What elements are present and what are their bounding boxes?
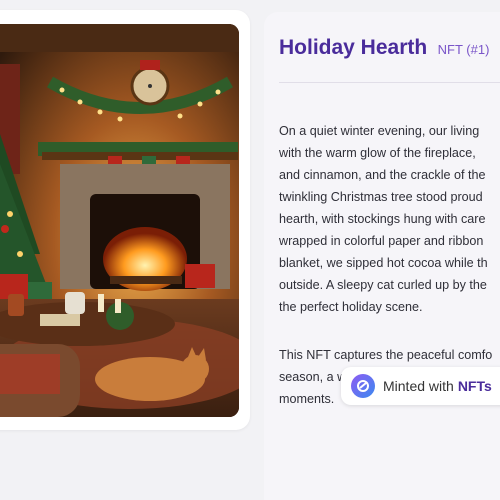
minted-logo-icon — [351, 374, 375, 398]
title-row: Holiday Hearth NFT (#1) — [279, 36, 489, 60]
minted-with-button[interactable]: Minted with NFTs — [341, 367, 500, 405]
minted-brand: NFTs — [457, 378, 492, 394]
description-paragraph-1: On a quiet winter evening, our living wi… — [279, 124, 488, 314]
nft-badge: NFT (#1) — [437, 42, 490, 57]
divider — [279, 82, 500, 83]
minted-label: Minted with — [383, 378, 454, 394]
page: Holiday Hearth NFT (#1) On a quiet winte… — [0, 0, 500, 500]
nft-artwork[interactable] — [0, 24, 239, 417]
nft-title: Holiday Hearth — [279, 36, 428, 59]
